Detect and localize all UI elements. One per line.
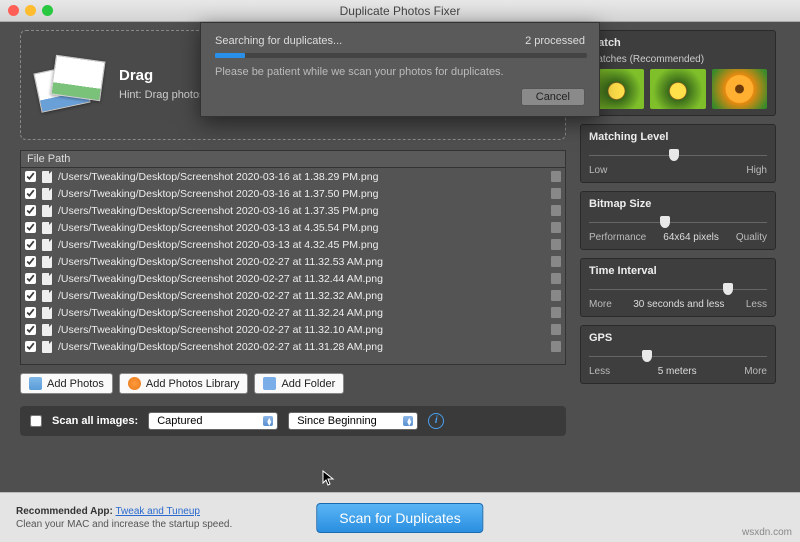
gps-slider[interactable] [589, 350, 767, 364]
captured-select[interactable]: Captured▴▾ [148, 412, 278, 430]
trash-icon[interactable] [551, 222, 561, 233]
progress-bar [215, 53, 245, 58]
add-photos-button[interactable]: Add Photos [20, 373, 113, 394]
table-row[interactable]: /Users/Tweaking/Desktop/Screenshot 2020-… [21, 338, 565, 355]
trash-icon[interactable] [551, 171, 561, 182]
cursor-icon [322, 470, 336, 488]
add-folder-button[interactable]: Add Folder [254, 373, 344, 394]
since-select[interactable]: Since Beginning▴▾ [288, 412, 418, 430]
table-row[interactable]: /Users/Tweaking/Desktop/Screenshot 2020-… [21, 185, 565, 202]
row-checkbox[interactable] [25, 222, 36, 233]
scan-options-bar: Scan all images: Captured▴▾ Since Beginn… [20, 406, 566, 436]
progress-status: Searching for duplicates... [215, 35, 342, 47]
row-checkbox[interactable] [25, 341, 36, 352]
recommended-app: Recommended App: Tweak and Tuneup Clean … [16, 505, 232, 531]
matching-level-section: Matching Level LowHigh [580, 124, 776, 183]
row-checkbox[interactable] [25, 239, 36, 250]
file-icon [42, 341, 52, 353]
window-title: Duplicate Photos Fixer [0, 4, 800, 18]
row-checkbox[interactable] [25, 290, 36, 301]
bitmap-size-section: Bitmap Size Performance64x64 pixelsQuali… [580, 191, 776, 250]
cancel-button[interactable]: Cancel [521, 88, 585, 106]
trash-icon[interactable] [551, 239, 561, 250]
scan-for-duplicates-button[interactable]: Scan for Duplicates [316, 503, 483, 533]
table-row[interactable]: /Users/Tweaking/Desktop/Screenshot 2020-… [21, 253, 565, 270]
time-interval-section: Time Interval More30 seconds and lessLes… [580, 258, 776, 317]
file-icon [42, 188, 52, 200]
progress-count: 2 processed [525, 35, 585, 47]
table-row[interactable]: /Users/Tweaking/Desktop/Screenshot 2020-… [21, 202, 565, 219]
trash-icon[interactable] [551, 290, 561, 301]
progress-dialog: Searching for duplicates... 2 processed … [200, 22, 600, 117]
table-row[interactable]: /Users/Tweaking/Desktop/Screenshot 2020-… [21, 270, 565, 287]
info-icon[interactable]: i [428, 413, 444, 429]
file-list[interactable]: /Users/Tweaking/Desktop/Screenshot 2020-… [20, 167, 566, 365]
file-icon [42, 256, 52, 268]
titlebar: Duplicate Photos Fixer [0, 0, 800, 22]
trash-icon[interactable] [551, 307, 561, 318]
row-checkbox[interactable] [25, 188, 36, 199]
row-checkbox[interactable] [25, 256, 36, 267]
file-icon [42, 324, 52, 336]
row-checkbox[interactable] [25, 324, 36, 335]
file-icon [42, 239, 52, 251]
trash-icon[interactable] [551, 256, 561, 267]
table-row[interactable]: /Users/Tweaking/Desktop/Screenshot 2020-… [21, 304, 565, 321]
row-checkbox[interactable] [25, 171, 36, 182]
file-list-header: File Path [20, 150, 566, 167]
match-thumb-3[interactable] [712, 69, 767, 109]
file-path: /Users/Tweaking/Desktop/Screenshot 2020-… [58, 324, 545, 336]
file-path: /Users/Tweaking/Desktop/Screenshot 2020-… [58, 222, 545, 234]
file-path: /Users/Tweaking/Desktop/Screenshot 2020-… [58, 171, 545, 183]
file-path: /Users/Tweaking/Desktop/Screenshot 2020-… [58, 205, 545, 217]
row-checkbox[interactable] [25, 307, 36, 318]
match-section: Match Matches (Recommended) [580, 30, 776, 116]
table-row[interactable]: /Users/Tweaking/Desktop/Screenshot 2020-… [21, 321, 565, 338]
file-path: /Users/Tweaking/Desktop/Screenshot 2020-… [58, 341, 545, 353]
table-row[interactable]: /Users/Tweaking/Desktop/Screenshot 2020-… [21, 287, 565, 304]
file-path: /Users/Tweaking/Desktop/Screenshot 2020-… [58, 239, 545, 251]
footer: Recommended App: Tweak and Tuneup Clean … [0, 492, 800, 542]
matching-level-slider[interactable] [589, 149, 767, 163]
table-row[interactable]: /Users/Tweaking/Desktop/Screenshot 2020-… [21, 219, 565, 236]
file-path: /Users/Tweaking/Desktop/Screenshot 2020-… [58, 307, 545, 319]
trash-icon[interactable] [551, 341, 561, 352]
file-path: /Users/Tweaking/Desktop/Screenshot 2020-… [58, 273, 545, 285]
trash-icon[interactable] [551, 205, 561, 216]
time-interval-slider[interactable] [589, 283, 767, 297]
table-row[interactable]: /Users/Tweaking/Desktop/Screenshot 2020-… [21, 236, 565, 253]
gps-section: GPS Less5 metersMore [580, 325, 776, 384]
row-checkbox[interactable] [25, 273, 36, 284]
scan-all-checkbox[interactable] [30, 415, 42, 427]
photos-stack-icon [35, 50, 105, 120]
trash-icon[interactable] [551, 273, 561, 284]
file-path: /Users/Tweaking/Desktop/Screenshot 2020-… [58, 290, 545, 302]
file-icon [42, 273, 52, 285]
photo-icon [29, 377, 42, 390]
progress-hint: Please be patient while we scan your pho… [215, 66, 585, 78]
file-path: /Users/Tweaking/Desktop/Screenshot 2020-… [58, 188, 545, 200]
file-icon [42, 307, 52, 319]
add-photos-library-button[interactable]: Add Photos Library [119, 373, 249, 394]
trash-icon[interactable] [551, 188, 561, 199]
file-icon [42, 171, 52, 183]
match-thumb-2[interactable] [650, 69, 705, 109]
file-icon [42, 290, 52, 302]
scan-all-label: Scan all images: [52, 415, 138, 427]
watermark: wsxdn.com [742, 527, 792, 538]
folder-icon [263, 377, 276, 390]
bitmap-size-slider[interactable] [589, 216, 767, 230]
recommended-link[interactable]: Tweak and Tuneup [115, 506, 200, 517]
file-path: /Users/Tweaking/Desktop/Screenshot 2020-… [58, 256, 545, 268]
trash-icon[interactable] [551, 324, 561, 335]
file-icon [42, 205, 52, 217]
file-icon [42, 222, 52, 234]
table-row[interactable]: /Users/Tweaking/Desktop/Screenshot 2020-… [21, 168, 565, 185]
library-icon [128, 377, 141, 390]
row-checkbox[interactable] [25, 205, 36, 216]
